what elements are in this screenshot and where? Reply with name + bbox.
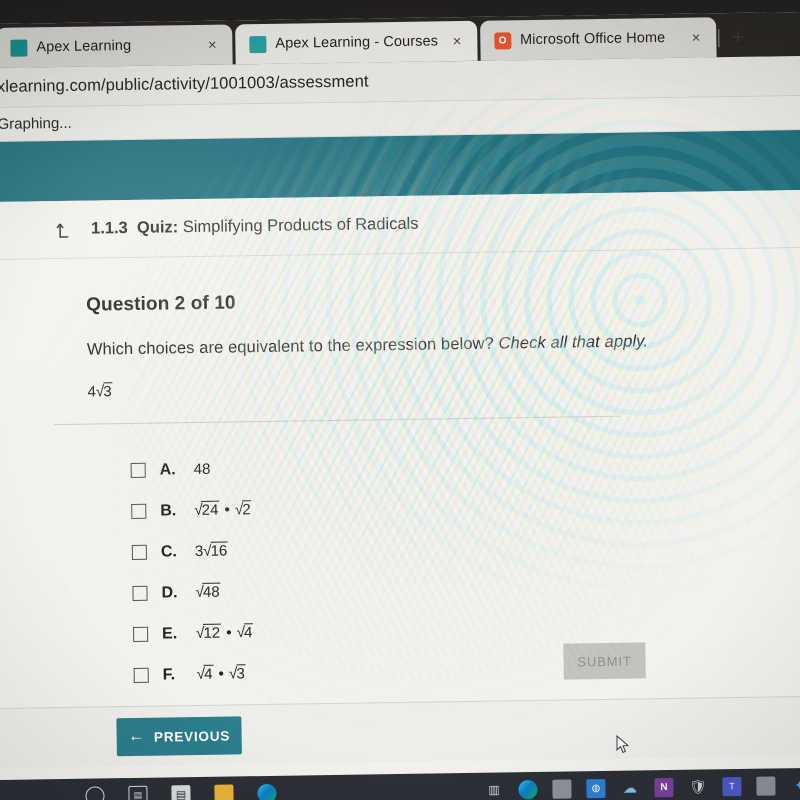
radical-expression: √48 bbox=[195, 582, 221, 601]
bookmark-item[interactable]: Graphing... bbox=[0, 115, 72, 133]
answer-letter: D. bbox=[161, 583, 178, 602]
answer-checkbox[interactable] bbox=[131, 544, 148, 560]
apex-favicon bbox=[10, 38, 28, 57]
radical-expression: √4 bbox=[237, 622, 254, 642]
radicand: 12 bbox=[203, 623, 222, 642]
answer-checkbox[interactable] bbox=[133, 626, 149, 642]
microsoft-edge-icon[interactable] bbox=[257, 783, 277, 800]
display-icon[interactable] bbox=[552, 778, 572, 799]
answer-number: 48 bbox=[193, 460, 211, 479]
multiplication-dot-icon: • bbox=[224, 501, 231, 519]
radicand: 16 bbox=[210, 541, 229, 560]
tab-close-icon[interactable]: × bbox=[447, 31, 467, 51]
answer-letter: B. bbox=[160, 501, 177, 520]
answer-number: 3 bbox=[194, 542, 204, 560]
answer-value: √48 bbox=[195, 582, 221, 601]
office-favicon: O bbox=[493, 31, 512, 50]
apex-page: 1.1.3 Quiz: Simplifying Products of Radi… bbox=[0, 129, 800, 800]
left-arrow-icon: ← bbox=[128, 727, 146, 746]
apex-courses-favicon bbox=[249, 35, 267, 53]
answer-value: √12 • √4 bbox=[196, 622, 254, 643]
answer-letter: A. bbox=[159, 460, 176, 479]
answer-checkbox[interactable] bbox=[130, 462, 146, 478]
answer-value: 48 bbox=[194, 461, 211, 478]
previous-button[interactable]: ← PREVIOUS bbox=[116, 716, 242, 757]
submit-button[interactable]: SUBMIT bbox=[563, 642, 646, 680]
section-divider bbox=[53, 415, 620, 426]
expression-radical: √3 bbox=[96, 382, 113, 401]
task-view-icon[interactable]: ▤ bbox=[128, 785, 148, 800]
question-prompt: Which choices are equivalent to the expr… bbox=[87, 329, 800, 359]
onenote-icon[interactable]: N bbox=[654, 777, 674, 797]
sync-icon[interactable]: ◍ bbox=[586, 778, 606, 798]
bluetooth-icon[interactable]: ✦ bbox=[790, 775, 800, 794]
question-counter: Question 2 of 10 bbox=[86, 292, 236, 316]
radicand: 48 bbox=[202, 582, 221, 601]
answer-value: 3√16 bbox=[194, 541, 229, 560]
tab-divider bbox=[717, 29, 720, 48]
search-icon[interactable] bbox=[85, 785, 105, 800]
multiplication-dot-icon: • bbox=[226, 624, 232, 642]
tab-title: Apex Learning - Courses bbox=[275, 33, 439, 52]
mouse-cursor bbox=[616, 734, 630, 755]
sound-icon[interactable]: ▥ bbox=[484, 780, 503, 799]
expression-coefficient: 4 bbox=[87, 383, 96, 401]
quiz-name: Simplifying Products of Radicals bbox=[182, 214, 419, 237]
radical-expression: √16 bbox=[203, 541, 229, 560]
answer-letter: E. bbox=[161, 624, 178, 643]
browser-tab-1[interactable]: Apex Learning × bbox=[0, 24, 233, 68]
browser-tab-3[interactable]: O Microsoft Office Home × bbox=[479, 17, 717, 61]
radical-expression: √12 bbox=[196, 623, 222, 642]
previous-button-label: PREVIOUS bbox=[153, 728, 231, 745]
browser-tab-2[interactable]: Apex Learning - Courses × bbox=[235, 20, 478, 65]
screen-photo: Apex Learning × Apex Learning - Courses … bbox=[0, 0, 800, 800]
url-text: xlearning.com/public/activity/1001003/as… bbox=[0, 72, 369, 96]
return-arrow-icon[interactable] bbox=[55, 219, 75, 239]
teams-icon[interactable]: T bbox=[722, 776, 742, 796]
onedrive-icon[interactable]: ☁ bbox=[620, 778, 639, 797]
new-tab-button[interactable]: + bbox=[725, 24, 751, 50]
radicand: 3 bbox=[103, 382, 113, 401]
question-prompt-text: Which choices are equivalent to the expr… bbox=[86, 334, 495, 359]
footer-bar: ← PREVIOUS bbox=[0, 695, 800, 769]
question-prompt-italic: Check all that apply. bbox=[498, 332, 649, 353]
quiz-number: 1.1.3 bbox=[90, 219, 128, 238]
file-explorer-icon[interactable] bbox=[214, 783, 234, 800]
quiz-kind: Quiz: bbox=[136, 218, 179, 237]
answer-checkbox[interactable] bbox=[132, 585, 148, 601]
question-expression: 4√3 bbox=[87, 372, 800, 401]
tab-close-icon[interactable]: × bbox=[686, 27, 706, 47]
mouse-icon[interactable] bbox=[756, 775, 776, 796]
tab-close-icon[interactable]: × bbox=[202, 35, 222, 55]
tab-title: Microsoft Office Home bbox=[519, 30, 666, 49]
quiz-title: 1.1.3 Quiz: Simplifying Products of Radi… bbox=[91, 215, 419, 239]
answer-checkbox[interactable] bbox=[131, 503, 147, 519]
radicand: 2 bbox=[242, 499, 252, 518]
taskbar-tray-icons: ▥ ◍ ☁ N 🛡 T ✦ bbox=[484, 775, 800, 799]
monitor-screen: Apex Learning × Apex Learning - Courses … bbox=[0, 11, 800, 800]
radicand: 4 bbox=[243, 622, 254, 641]
security-icon[interactable]: 🛡 bbox=[688, 777, 707, 796]
answer-letter: C. bbox=[160, 542, 178, 561]
radical-expression: √2 bbox=[235, 499, 252, 519]
answer-value: √24 • √2 bbox=[194, 499, 252, 520]
browser-icon[interactable] bbox=[518, 779, 538, 799]
microsoft-store-icon[interactable]: ▤ bbox=[171, 784, 191, 800]
radicand: 24 bbox=[201, 500, 220, 519]
tab-title: Apex Learning bbox=[36, 37, 132, 56]
taskbar-left-icons: ▤ ▤ bbox=[85, 783, 277, 800]
radical-expression: √24 bbox=[194, 500, 220, 519]
question-content: Question 2 of 10 Which choices are equiv… bbox=[0, 247, 800, 698]
